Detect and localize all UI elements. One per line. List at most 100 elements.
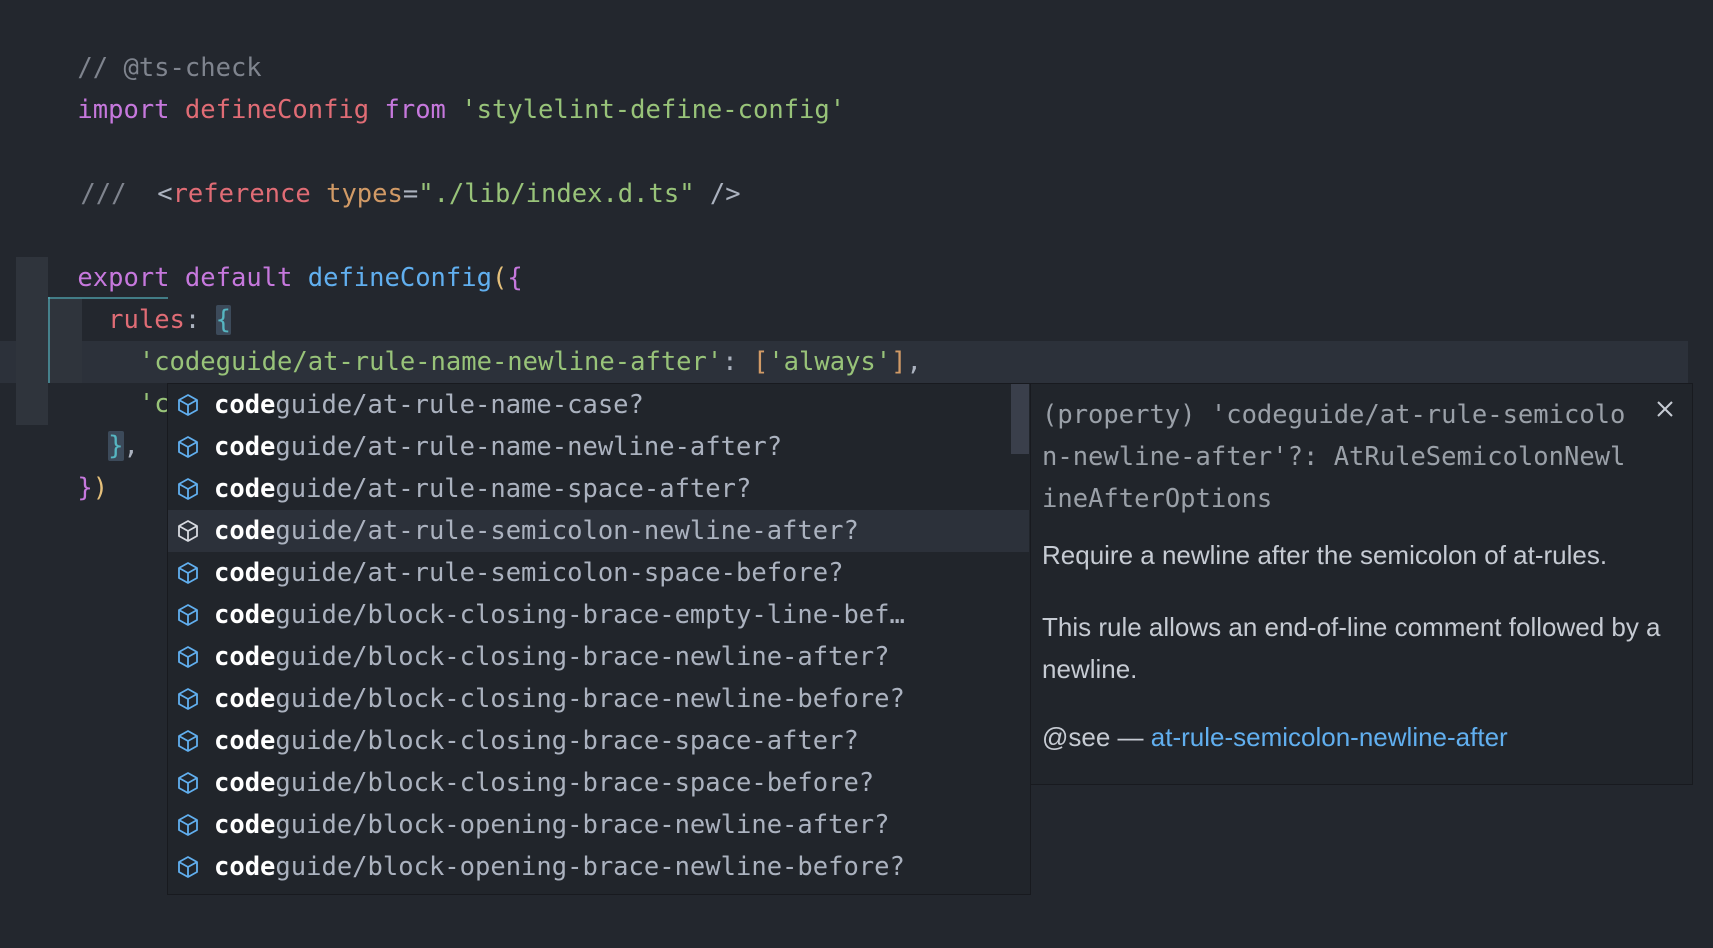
suggestion-label: codeguide/block-closing-brace-space-afte… (214, 720, 859, 762)
suggestion-item[interactable]: codeguide/at-rule-semicolon-newline-afte… (168, 510, 1029, 552)
details-note: This rule allows an end-of-line comment … (1042, 612, 1661, 684)
property-cube-icon (178, 478, 198, 500)
property-cube-icon (178, 436, 198, 458)
array-value: 'always' (768, 347, 892, 377)
suggestion-match: code (214, 726, 276, 756)
see-link[interactable]: at-rule-semicolon-newline-after (1151, 722, 1508, 752)
code-line-6: export default defineConfig({ (16, 215, 522, 293)
property-cube-icon (178, 562, 198, 584)
keyword-from: from (384, 95, 446, 125)
tag-close: /> (709, 179, 741, 209)
suggestion-match: code (214, 684, 276, 714)
suggestion-item[interactable]: codeguide/block-closing-brace-newline-be… (168, 678, 1029, 720)
suggestion-label: codeguide/block-closing-brace-newline-af… (214, 636, 890, 678)
suggestion-rest: guide/block-closing-brace-empty-line-bef… (275, 600, 905, 630)
suggestion-match: code (214, 600, 276, 630)
module-string: 'stylelint-define-config' (461, 95, 846, 125)
suggestion-item[interactable]: codeguide/block-closing-brace-space-befo… (168, 762, 1029, 804)
code-line-8: 'codeguide/at-rule-name-newline-after': … (16, 299, 922, 377)
suggestion-details-panel: (property) 'codeguide/at-rule-semicolon-… (1030, 383, 1693, 785)
suggestion-item[interactable]: codeguide/block-closing-brace-empty-line… (168, 594, 1029, 636)
property-cube-icon (178, 856, 198, 878)
suggestion-rest: guide/block-closing-brace-newline-after? (275, 642, 890, 672)
suggestion-rest: guide/at-rule-name-space-after? (275, 474, 752, 504)
suggestion-label: codeguide/block-closing-brace-space-befo… (214, 762, 874, 804)
suggestion-match: code (214, 768, 276, 798)
paren-close: ) (92, 473, 109, 503)
details-signature: (property) 'codeguide/at-rule-semicolon-… (1042, 400, 1626, 514)
suggestion-label: codeguide/at-rule-semicolon-newline-afte… (214, 510, 859, 552)
code-line-7: rules: { (16, 257, 231, 335)
suggestion-item[interactable]: codeguide/block-opening-brace-newline-af… (168, 804, 1029, 846)
suggestion-item[interactable]: codeguide/block-closing-brace-newline-af… (168, 636, 1029, 678)
suggestion-label: codeguide/at-rule-name-space-after? (214, 468, 751, 510)
suggestion-match: code (214, 474, 276, 504)
suggestion-label: codeguide/at-rule-name-case? (214, 384, 644, 426)
property-cube-icon (178, 814, 198, 836)
property-cube-icon (178, 772, 198, 794)
suggestion-match: code (214, 432, 276, 462)
suggestion-label: codeguide/at-rule-name-newline-after? (214, 426, 782, 468)
suggestion-item[interactable]: codeguide/at-rule-name-space-after? (168, 468, 1029, 510)
suggestion-label: codeguide/at-rule-semicolon-space-before… (214, 552, 843, 594)
array-close: ] (891, 347, 907, 377)
brace-open: { (507, 263, 523, 293)
suggestion-rest: guide/block-closing-brace-space-after? (275, 726, 859, 756)
suggestion-rest: guide/block-opening-brace-newline-after? (275, 810, 890, 840)
suggestion-rest: guide/at-rule-semicolon-space-before? (275, 558, 844, 588)
suggestion-list[interactable]: codeguide/at-rule-name-case? codeguide/at… (167, 383, 1031, 895)
suggestion-item[interactable]: codeguide/block-closing-brace-space-afte… (168, 720, 1029, 762)
suggestion-label: codeguide/block-opening-brace-newline-af… (214, 804, 890, 846)
array-open: [ (752, 347, 769, 377)
paren-open: ( (491, 263, 508, 293)
suggestion-label: codeguide/block-closing-brace-empty-line… (214, 594, 905, 636)
suggestion-match: code (214, 810, 276, 840)
colon: : (722, 347, 738, 377)
brace-close: } (77, 473, 93, 503)
attr-name: types (326, 179, 403, 209)
suggestion-match: code (214, 390, 276, 420)
suggestion-item[interactable]: codeguide/at-rule-name-case? (168, 384, 1029, 426)
tag-name: reference (172, 179, 311, 209)
code-line-1: // @ts-check (16, 5, 261, 83)
suggestion-match: code (214, 642, 276, 672)
suggestion-rest: guide/block-closing-brace-newline-before… (275, 684, 905, 714)
property-cube-icon (178, 646, 198, 668)
suggestion-item[interactable]: codeguide/block-opening-brace-newline-be… (168, 846, 1029, 888)
suggestion-rest: guide/block-closing-brace-space-before? (275, 768, 875, 798)
details-description: Require a newline after the semicolon of… (1042, 540, 1608, 570)
property-cube-icon (178, 730, 198, 752)
comma: , (906, 347, 922, 377)
see-label: @see — (1042, 722, 1144, 752)
suggestion-rest: guide/at-rule-name-case? (275, 390, 644, 420)
close-icon[interactable] (1654, 398, 1676, 420)
property-cube-icon (178, 688, 198, 710)
suggestion-item[interactable]: codeguide/at-rule-semicolon-space-before… (168, 552, 1029, 594)
suggestion-label: codeguide/block-opening-brace-newline-be… (214, 846, 905, 888)
suggestion-rest: guide/at-rule-name-newline-after? (275, 432, 783, 462)
details-see: @see — at-rule-semicolon-newline-after (1042, 716, 1682, 758)
comma: , (123, 431, 139, 461)
suggestion-match: code (214, 516, 276, 546)
suggestion-rest: guide/block-opening-brace-newline-before… (275, 852, 905, 882)
code-line-2: import defineConfig from 'stylelint-defi… (16, 47, 845, 125)
suggestion-match: code (214, 852, 276, 882)
property-cube-icon (178, 520, 198, 542)
attr-eq: = (402, 179, 419, 209)
attr-value: "./lib/index.d.ts" (418, 179, 695, 209)
tag-open: < (157, 179, 173, 209)
code-line-9: 'code' (16, 341, 231, 419)
suggestion-rest: guide/at-rule-semicolon-newline-after? (275, 516, 859, 546)
keyword-import: import (77, 95, 170, 125)
property-cube-icon (178, 604, 198, 626)
code-line-4: /// <reference types="./lib/index.d.ts" … (19, 131, 740, 209)
suggestion-label: codeguide/block-closing-brace-newline-be… (214, 678, 905, 720)
suggestion-match: code (214, 558, 276, 588)
property-cube-icon (178, 394, 198, 416)
suggestion-item[interactable]: codeguide/at-rule-name-newline-after? (168, 426, 1029, 468)
triple-slash: /// (80, 179, 127, 209)
import-name: defineConfig (184, 95, 370, 125)
function-call: defineConfig (307, 263, 492, 293)
code-line-11: }) (16, 425, 108, 503)
brace-close-matched: } (108, 431, 124, 461)
